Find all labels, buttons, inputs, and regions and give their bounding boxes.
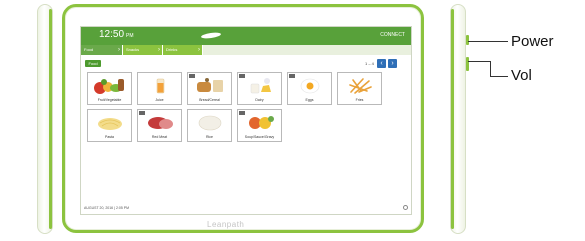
vol-callout-label: Vol — [511, 67, 532, 84]
clock-ampm: PM — [126, 33, 134, 39]
tablet-front: 12:50 PM CONNECT Food › Snacks › Drinks › Fo… — [62, 4, 424, 233]
tile-label: Eggs — [305, 98, 314, 102]
connect-button[interactable]: CONNECT — [380, 32, 405, 38]
chevron-right-icon: › — [158, 47, 160, 53]
page-indicator: 1 – 4 — [365, 61, 374, 66]
tile-dairy[interactable]: Dairy — [237, 72, 282, 105]
settings-icon[interactable] — [403, 205, 408, 210]
soup-sauce-gravy-image — [241, 113, 278, 132]
tile-juice[interactable]: Juice — [137, 72, 182, 105]
tile-rice[interactable]: Rice — [187, 109, 232, 142]
tile-label: Rice — [205, 135, 213, 139]
tile-label: Soup/Sauce/Gravy — [244, 135, 275, 139]
tile-label: Juice — [155, 98, 164, 102]
rice-image — [191, 113, 228, 132]
fries-image — [341, 76, 378, 95]
tile-pasta[interactable]: Pasta — [87, 109, 132, 142]
power-callout-line — [468, 41, 508, 42]
power-callout-label: Power — [511, 33, 554, 50]
tile-label: Dairy — [255, 98, 264, 102]
tablet-right-edge — [450, 4, 469, 234]
vol-callout-line-vertical — [490, 61, 491, 77]
tab-snacks-label: Snacks — [126, 47, 140, 52]
chevron-right-icon: › — [198, 47, 200, 53]
prev-page-button[interactable]: ‹ — [377, 59, 386, 68]
footer-datetime: AUGUST 20, 2016 | 2:05 PM — [84, 206, 130, 210]
vol-callout-line — [468, 61, 491, 62]
volume-button[interactable] — [466, 57, 469, 71]
tile-label: Red Meat — [151, 135, 168, 139]
food-category-button[interactable]: Food — [85, 60, 101, 67]
category-tabs: Food › Snacks › Drinks › — [81, 45, 411, 55]
tab-food[interactable]: Food › — [81, 45, 123, 55]
clock-time: 12:50 — [99, 29, 125, 40]
chevron-right-icon: › — [118, 47, 120, 53]
tile-label: Pasta — [105, 135, 114, 139]
leanpath-logo-icon — [200, 31, 222, 40]
app-header: 12:50 PM CONNECT — [81, 27, 411, 45]
tile-bread-cereal[interactable]: Bread/Cereal — [187, 72, 232, 105]
tile-red-meat[interactable]: Red Meat — [137, 109, 182, 142]
next-page-button[interactable]: › — [388, 59, 397, 68]
fruit-vegetable-image — [91, 76, 128, 95]
pasta-image — [91, 113, 128, 132]
juice-image — [141, 76, 178, 95]
tile-eggs[interactable]: Eggs — [287, 72, 332, 105]
bread-cereal-image — [191, 76, 228, 95]
tile-soup-sauce-gravy[interactable]: Soup/Sauce/Gravy — [237, 109, 282, 142]
tablet-left-edge — [37, 4, 53, 234]
tab-drinks[interactable]: Drinks › — [163, 45, 203, 55]
tile-fries[interactable]: Fries — [337, 72, 382, 105]
vol-callout-line-horizontal — [490, 76, 508, 77]
tablet-screen: 12:50 PM CONNECT Food › Snacks › Drinks › Fo… — [80, 26, 412, 215]
tile-label: Bread/Cereal — [199, 98, 220, 102]
red-meat-image — [141, 113, 178, 132]
tile-label: Fruit/Vegetable — [97, 98, 122, 102]
tab-drinks-label: Drinks — [166, 47, 178, 52]
tab-snacks[interactable]: Snacks › — [123, 45, 163, 55]
clock: 12:50 PM — [99, 29, 134, 42]
eggs-image — [291, 76, 328, 95]
tile-fruit-vegetable[interactable]: Fruit/Vegetable — [87, 72, 132, 105]
chevron-left-icon: ‹ — [380, 60, 383, 67]
power-button[interactable] — [466, 35, 469, 45]
tile-label: Fries — [355, 98, 364, 102]
device-brand-logo: Leanpath — [207, 220, 245, 229]
chevron-right-icon: › — [391, 60, 394, 67]
tab-food-label: Food — [84, 47, 94, 52]
dairy-image — [241, 76, 278, 95]
